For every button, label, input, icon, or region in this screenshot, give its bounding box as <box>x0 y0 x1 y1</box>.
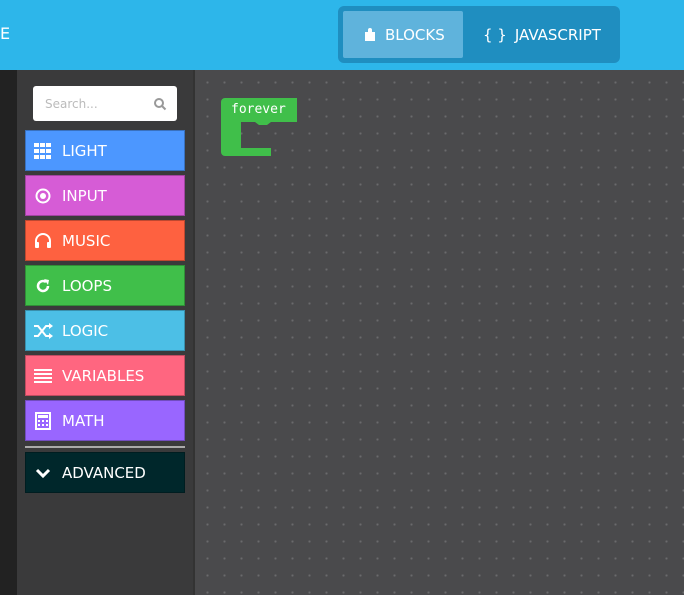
braces-icon: { } <box>483 25 507 44</box>
category-music[interactable]: MUSIC <box>25 220 185 261</box>
toolbox-divider <box>25 446 185 448</box>
chevron-down-icon <box>33 463 53 483</box>
category-advanced-label: ADVANCED <box>62 463 146 482</box>
search-input[interactable] <box>33 86 153 121</box>
category-loops-label: LOOPS <box>62 276 113 295</box>
toolbox-search <box>33 86 177 121</box>
category-input[interactable]: INPUT <box>25 175 185 216</box>
puzzle-icon <box>363 27 377 42</box>
category-math-label: MATH <box>62 411 105 430</box>
javascript-mode-button[interactable]: { } JAVASCRIPT <box>463 11 615 58</box>
search-icon[interactable] <box>153 96 167 111</box>
refresh-icon <box>33 276 53 296</box>
headphones-icon <box>33 231 53 251</box>
blocks-mode-label: BLOCKS <box>385 25 445 44</box>
category-variables-label: VARIABLES <box>62 366 145 385</box>
category-logic-label: LOGIC <box>62 321 109 340</box>
category-math[interactable]: MATH <box>25 400 185 441</box>
top-header: E BLOCKS { } JAVASCRIPT <box>0 0 684 70</box>
category-advanced[interactable]: ADVANCED <box>25 452 185 493</box>
list-icon <box>33 366 53 386</box>
category-light[interactable]: LIGHT <box>25 130 185 171</box>
category-loops[interactable]: LOOPS <box>25 265 185 306</box>
target-icon <box>33 186 53 206</box>
category-logic[interactable]: LOGIC <box>25 310 185 351</box>
left-edge-strip <box>0 70 17 595</box>
calculator-icon <box>33 411 53 431</box>
javascript-mode-label: JAVASCRIPT <box>514 25 601 44</box>
forever-block-label: forever <box>231 102 286 117</box>
header-title-fragment: E <box>0 24 11 43</box>
category-light-label: LIGHT <box>62 141 107 160</box>
category-input-label: INPUT <box>62 186 107 205</box>
blocks-mode-button[interactable]: BLOCKS <box>343 11 463 58</box>
editor-mode-toggle: BLOCKS { } JAVASCRIPT <box>338 6 620 63</box>
grid-icon <box>33 141 53 161</box>
category-music-label: MUSIC <box>62 231 111 250</box>
category-variables[interactable]: VARIABLES <box>25 355 185 396</box>
shuffle-icon <box>33 321 53 341</box>
